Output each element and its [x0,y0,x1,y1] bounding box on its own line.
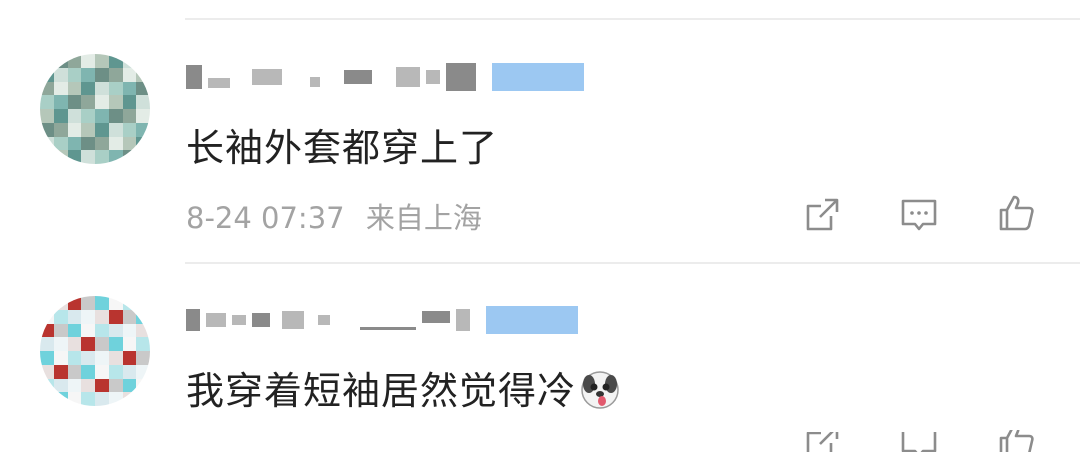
avatar[interactable] [40,296,150,406]
comment-item: 我穿着短袖居然觉得冷 [0,262,1080,452]
comment-date: 8-24 07:37 [186,201,345,235]
reply-button[interactable] [897,432,941,452]
user-badge [486,306,578,334]
username-redacted[interactable] [186,305,578,335]
like-icon [999,430,1034,452]
comment-location: 来自上海 [365,201,482,235]
user-badge [492,63,584,91]
comment-icon [901,199,937,231]
share-icon [806,432,839,452]
comment-icon [901,432,937,452]
comment-text-content: 我穿着短袖居然觉得冷 [186,369,577,413]
dog-tongue-emoji [581,371,619,409]
share-icon [806,198,839,231]
comment-meta: 8-24 07:37 来自上海 [186,195,482,237]
username-redacted[interactable] [186,62,584,92]
like-button[interactable] [994,191,1038,235]
like-button[interactable] [994,430,1038,452]
comment-text: 我穿着短袖居然觉得冷 [186,360,620,415]
reply-button[interactable] [897,193,941,237]
like-icon [999,195,1034,231]
avatar[interactable] [40,54,150,164]
share-button[interactable] [800,193,844,237]
share-button[interactable] [800,432,844,452]
comment-text: 长袖外套都穿上了 [186,126,499,170]
comment-item: 长袖外套都穿上了 8-24 07:37 来自上海 [0,0,1080,262]
